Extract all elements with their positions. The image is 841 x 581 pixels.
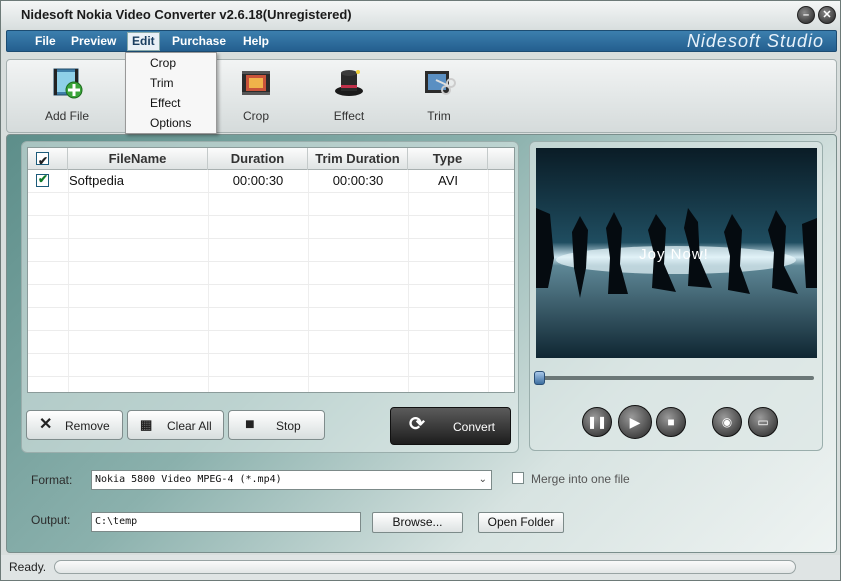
- status-text: Ready.: [9, 560, 47, 574]
- effect-label: Effect: [333, 109, 365, 123]
- status-bar: Ready.: [1, 555, 840, 580]
- effect-button[interactable]: Effect: [309, 66, 389, 123]
- table-header: FileName Duration Trim Duration Type: [28, 148, 514, 172]
- open-folder-button[interactable]: Open Folder: [478, 512, 564, 533]
- chevron-down-icon[interactable]: ⌄: [479, 471, 487, 489]
- stop-button[interactable]: ■ Stop: [228, 410, 325, 440]
- crop-button[interactable]: Crop: [216, 66, 296, 123]
- row-trim-duration: 00:00:30: [332, 173, 384, 188]
- snapshot-icon[interactable]: ◉: [712, 407, 742, 437]
- empty-row: [28, 262, 514, 285]
- empty-row: [28, 239, 514, 262]
- empty-row: [28, 285, 514, 308]
- merge-label: Merge into one file: [531, 472, 630, 486]
- close-icon[interactable]: ✕: [818, 6, 836, 24]
- open-snapshot-folder-icon[interactable]: ▭: [748, 407, 778, 437]
- edit-menu-effect[interactable]: Effect: [126, 93, 216, 113]
- empty-row: [28, 331, 514, 354]
- menu-file[interactable]: File: [31, 34, 60, 48]
- edit-menu-trim[interactable]: Trim: [126, 73, 216, 93]
- app-window: Nidesoft Nokia Video Converter v2.6.18(U…: [0, 0, 841, 581]
- empty-row: [28, 216, 514, 239]
- table-row[interactable]: Softpedia 00:00:30 00:00:30 AVI: [28, 170, 514, 193]
- edit-menu-dropdown: Crop Trim Effect Options: [125, 52, 217, 134]
- column-type[interactable]: Type: [408, 148, 488, 170]
- pause-icon[interactable]: ❚❚: [582, 407, 612, 437]
- minimize-icon[interactable]: –: [797, 6, 815, 24]
- effect-icon: [335, 70, 363, 96]
- main-content: FileName Duration Trim Duration Type Sof…: [6, 134, 837, 553]
- brand-logo: Nidesoft Studio: [686, 31, 824, 51]
- column-duration[interactable]: Duration: [208, 148, 308, 170]
- convert-button[interactable]: ⟳ Convert: [390, 407, 511, 445]
- format-selected-value: Nokia 5800 Video MPEG-4 (*.mp4): [95, 474, 282, 485]
- row-duration: 00:00:30: [232, 173, 284, 188]
- menu-preview[interactable]: Preview: [67, 34, 120, 48]
- edit-menu-options[interactable]: Options: [126, 113, 216, 133]
- seek-slider-handle[interactable]: [534, 371, 545, 385]
- trim-label: Trim: [427, 109, 451, 123]
- progress-bar: [54, 560, 796, 574]
- clear-all-icon: ▦: [140, 417, 153, 432]
- trim-icon: [425, 71, 456, 95]
- file-table[interactable]: FileName Duration Trim Duration Type Sof…: [27, 147, 515, 393]
- row-checkbox[interactable]: [36, 172, 49, 187]
- menu-purchase[interactable]: Purchase: [168, 34, 230, 48]
- edit-menu-crop[interactable]: Crop: [126, 53, 216, 73]
- format-label: Format:: [31, 473, 73, 487]
- play-icon[interactable]: ▶: [618, 405, 652, 439]
- convert-label: Convert: [453, 420, 496, 434]
- remove-icon: ✕: [39, 416, 53, 433]
- row-type: AVI: [438, 173, 458, 188]
- menu-bar: File Preview Edit Purchase Help Nidesoft…: [6, 30, 837, 52]
- remove-label: Remove: [65, 419, 110, 433]
- file-list-panel: FileName Duration Trim Duration Type Sof…: [21, 141, 519, 453]
- preview-panel: Joy Now! ❚❚ ▶ ■ ◉ ▭: [529, 141, 823, 451]
- playback-controls: ❚❚ ▶ ■ ◉ ▭: [536, 397, 817, 445]
- empty-row: [28, 308, 514, 331]
- menu-edit[interactable]: Edit: [127, 32, 160, 51]
- browse-button[interactable]: Browse...: [372, 512, 463, 533]
- select-all-checkbox[interactable]: [36, 150, 49, 172]
- preview-image: Joy Now!: [536, 208, 817, 298]
- add-file-label: Add File: [44, 109, 90, 123]
- video-preview: Joy Now!: [536, 148, 817, 358]
- empty-row: [28, 193, 514, 216]
- add-file-button[interactable]: Add File: [27, 66, 107, 123]
- output-label: Output:: [31, 513, 71, 527]
- row-filename: Softpedia: [69, 173, 124, 188]
- merge-checkbox[interactable]: [512, 472, 524, 484]
- column-filename[interactable]: FileName: [68, 148, 208, 170]
- add-file-icon: [53, 68, 83, 99]
- output-path-field[interactable]: C:\temp: [91, 512, 361, 532]
- preview-overlay-text: Joy Now!: [639, 246, 709, 263]
- trim-button[interactable]: Trim: [399, 66, 479, 123]
- stop-label: Stop: [276, 419, 301, 433]
- output-settings: Format: Nokia 5800 Video MPEG-4 (*.mp4) …: [7, 455, 838, 550]
- stop-icon: ■: [245, 416, 255, 433]
- column-trim-duration[interactable]: Trim Duration: [308, 148, 408, 170]
- remove-button[interactable]: ✕ Remove: [26, 410, 123, 440]
- clear-all-label: Clear All: [167, 419, 212, 433]
- seek-slider-track[interactable]: [540, 376, 814, 380]
- convert-icon: ⟳: [409, 414, 425, 435]
- empty-row: [28, 354, 514, 377]
- crop-icon: [242, 71, 270, 95]
- clear-all-button[interactable]: ▦ Clear All: [127, 410, 224, 440]
- header-select-all[interactable]: [28, 148, 68, 172]
- window-title: Nidesoft Nokia Video Converter v2.6.18(U…: [21, 7, 352, 22]
- stop-playback-icon[interactable]: ■: [656, 407, 686, 437]
- format-select[interactable]: Nokia 5800 Video MPEG-4 (*.mp4) ⌄: [91, 470, 492, 490]
- title-bar: Nidesoft Nokia Video Converter v2.6.18(U…: [1, 1, 840, 29]
- menu-help[interactable]: Help: [239, 34, 273, 48]
- crop-label: Crop: [242, 109, 269, 123]
